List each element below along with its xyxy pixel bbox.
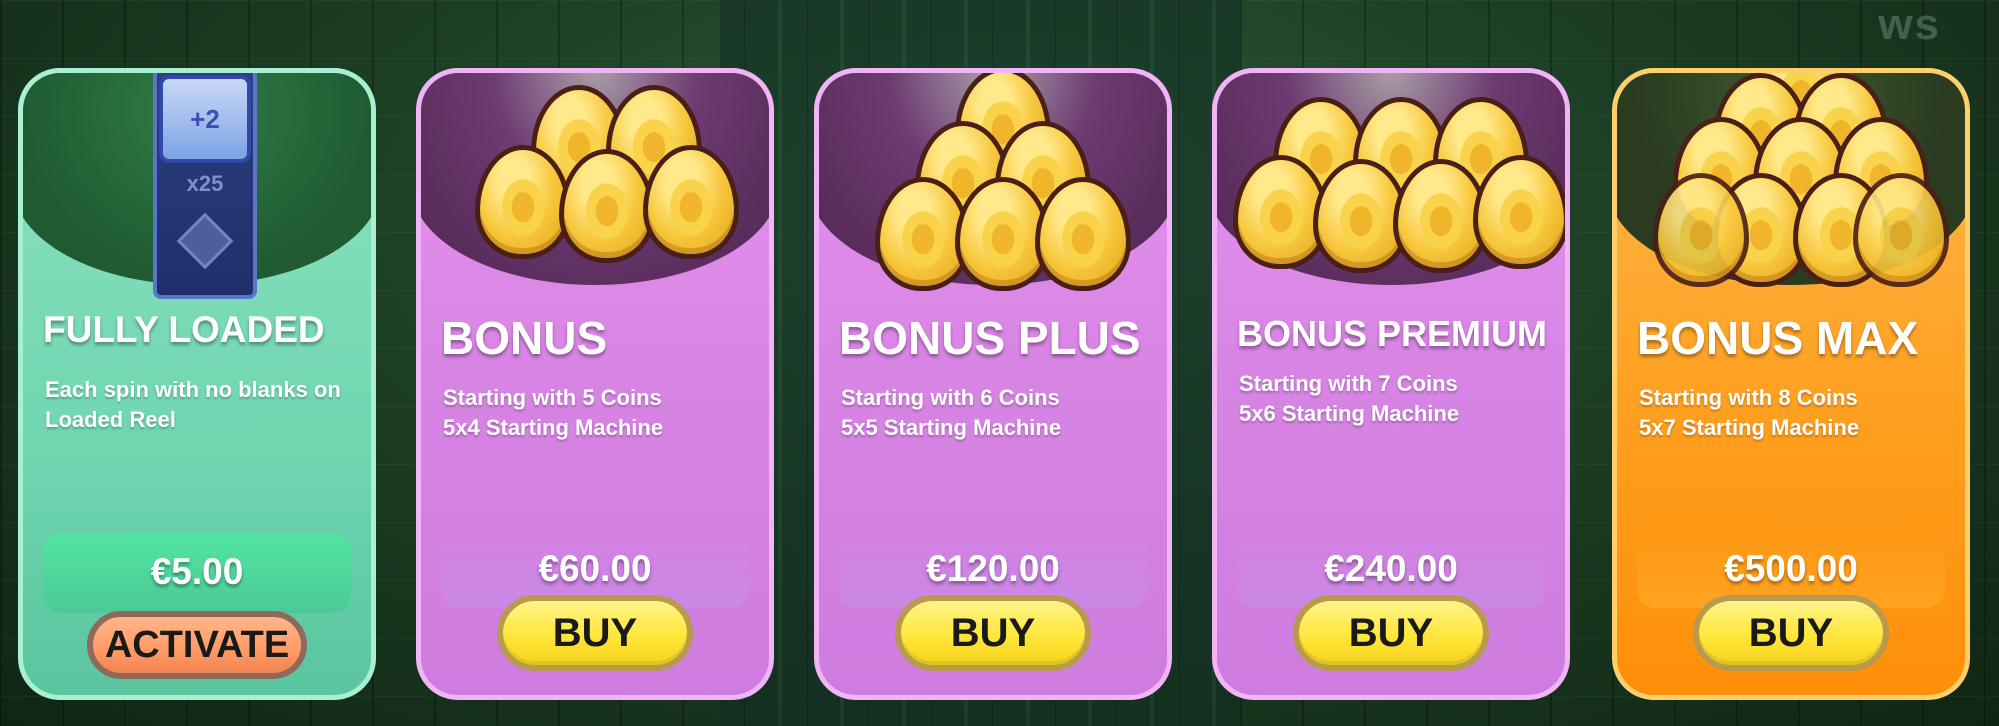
activate-button[interactable]: ACTIVATE	[87, 611, 307, 679]
background-logo-fragment: ws	[1878, 0, 1941, 49]
description-line-1: Each spin with no blanks on	[45, 377, 341, 402]
card-description: Starting with 8 Coins 5x7 Starting Machi…	[1639, 383, 1953, 443]
card-title: BONUS	[441, 312, 608, 364]
buy-button-bonus[interactable]: BUY	[497, 595, 693, 671]
card-price: €120.00	[926, 548, 1060, 589]
description-line-2: Loaded Reel	[45, 407, 176, 432]
card-price: €60.00	[538, 548, 652, 589]
card-description: Each spin with no blanks on Loaded Reel	[45, 375, 359, 435]
description-line-1: Starting with 5 Coins	[443, 385, 662, 410]
card-price: €5.00	[150, 551, 244, 592]
reel-multiplier: x25	[186, 171, 224, 196]
reel-top-symbol: +2	[159, 75, 251, 163]
card-bonus-premium: BONUS PREMIUM Starting with 7 Coins 5x6 …	[1212, 68, 1570, 700]
card-description: Starting with 7 Coins 5x6 Starting Machi…	[1239, 369, 1553, 429]
description-line-1: Starting with 7 Coins	[1239, 371, 1458, 396]
description-line-2: 5x7 Starting Machine	[1639, 415, 1860, 440]
loaded-reel-icon: +2 x25	[153, 73, 257, 299]
description-line-2: 5x4 Starting Machine	[443, 415, 664, 440]
card-fully-loaded: +2 x25 FULLY LOADED Each spin with no bl…	[18, 68, 376, 700]
description-line-2: 5x6 Starting Machine	[1239, 401, 1460, 426]
buy-button-bonus-premium[interactable]: BUY	[1293, 595, 1489, 671]
reel-diamond-icon	[176, 212, 234, 270]
card-title: BONUS MAX	[1637, 312, 1919, 364]
buy-button-bonus-max[interactable]: BUY	[1693, 595, 1889, 671]
card-description: Starting with 5 Coins 5x4 Starting Machi…	[443, 383, 757, 443]
card-bonus: BONUS Starting with 5 Coins 5x4 Starting…	[416, 68, 774, 700]
card-title: BONUS PREMIUM	[1237, 313, 1548, 354]
card-price: €500.00	[1724, 548, 1858, 589]
card-title: FULLY LOADED	[43, 309, 325, 350]
card-title: BONUS PLUS	[839, 312, 1141, 364]
description-line-1: Starting with 6 Coins	[841, 385, 1060, 410]
buy-button-bonus-plus[interactable]: BUY	[895, 595, 1091, 671]
description-line-2: 5x5 Starting Machine	[841, 415, 1062, 440]
card-bonus-plus: BONUS PLUS Starting with 6 Coins 5x5 Sta…	[814, 68, 1172, 700]
card-bonus-max: BONUS MAX Starting with 8 Coins 5x7 Star…	[1612, 68, 1970, 700]
card-description: Starting with 6 Coins 5x5 Starting Machi…	[841, 383, 1155, 443]
card-price: €240.00	[1324, 548, 1458, 589]
description-line-1: Starting with 8 Coins	[1639, 385, 1858, 410]
